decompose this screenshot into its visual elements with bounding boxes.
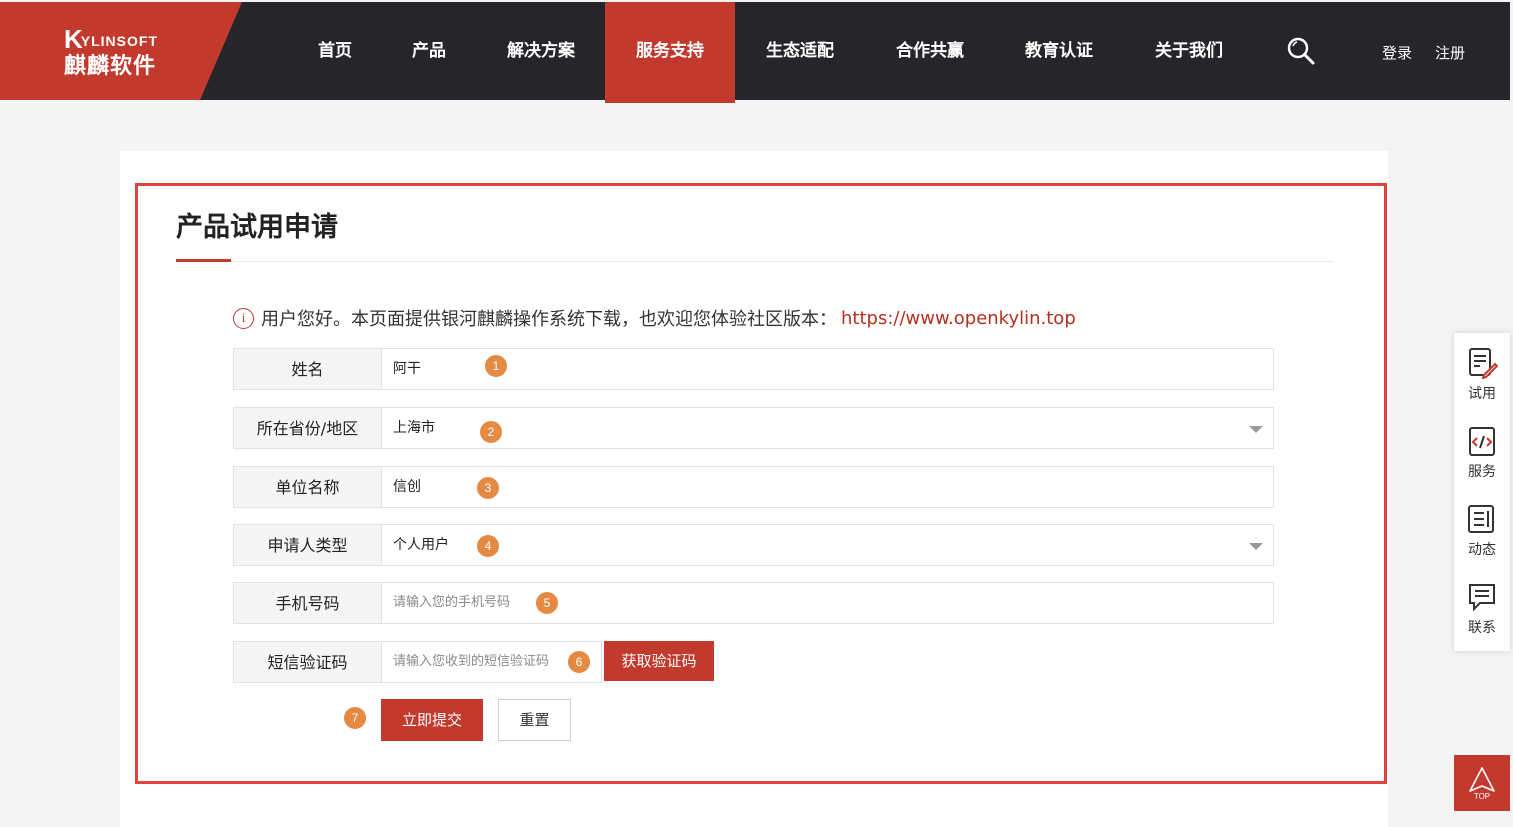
trial-edit-icon: [1469, 348, 1498, 379]
chevron-down-icon: [1249, 426, 1263, 433]
sidebar-item-news[interactable]: 动态: [1454, 503, 1510, 559]
step-badge-6: 6: [568, 651, 590, 673]
sidebar-item-service[interactable]: 服务: [1454, 425, 1510, 481]
step-badge-5: 5: [536, 592, 558, 614]
nav-about[interactable]: 关于我们: [1142, 2, 1236, 100]
info-icon: i: [233, 307, 254, 329]
name-label: 姓名: [233, 348, 382, 390]
sidebar-label-trial: 试用: [1468, 386, 1496, 402]
message-icon: [1469, 584, 1495, 612]
applicant-type-value: 个人用户: [393, 537, 449, 553]
nav-ecosystem[interactable]: 生态适配: [753, 2, 847, 100]
title-accent-bar: [176, 259, 231, 262]
applicant-type-select[interactable]: 个人用户: [382, 524, 1274, 566]
form-row-region: 所在省份/地区 上海市: [233, 407, 1274, 449]
region-select[interactable]: 上海市: [382, 407, 1274, 449]
logo-chinese-text: 麒麟软件: [64, 54, 157, 79]
step-badge-1: 1: [485, 355, 507, 377]
nav-products[interactable]: 产品: [395, 2, 463, 100]
nav-cooperation[interactable]: 合作共赢: [883, 2, 977, 100]
step-badge-7: 7: [344, 707, 366, 729]
phone-input[interactable]: 请输入您的手机号码: [382, 582, 1274, 624]
arrow-up-icon: [1469, 767, 1495, 792]
step-badge-4: 4: [477, 535, 499, 557]
sidebar-item-trial[interactable]: 试用: [1454, 347, 1510, 403]
page-title: 产品试用申请: [176, 212, 338, 243]
code-icon: [1469, 427, 1495, 456]
reset-button[interactable]: 重置: [498, 699, 571, 741]
title-divider: [176, 261, 1334, 262]
back-to-top-button[interactable]: TOP: [1454, 755, 1510, 811]
logo-english-text: YLINSOFT: [80, 33, 159, 49]
sidebar-item-contact[interactable]: 联系: [1454, 581, 1510, 637]
step-badge-2: 2: [480, 421, 502, 443]
phone-label: 手机号码: [233, 582, 382, 624]
sidebar-label-service: 服务: [1468, 464, 1496, 480]
form-row-phone: 手机号码 请输入您的手机号码: [233, 582, 1274, 624]
notice-bar: i 用户您好。本页面提供银河麒麟操作系统下载，也欢迎您体验社区版本： https…: [233, 305, 1076, 331]
nav-education[interactable]: 教育认证: [1012, 2, 1106, 100]
company-input[interactable]: 信创: [382, 466, 1274, 508]
form-row-company: 单位名称 信创: [233, 466, 1274, 508]
openkylin-link[interactable]: https://www.openkylin.top: [841, 308, 1076, 329]
floating-sidebar: 试用 服务 动态 联系: [1454, 333, 1510, 651]
submit-button[interactable]: 立即提交: [381, 699, 483, 741]
kylinsoft-logo[interactable]: KYLINSOFT 麒麟软件: [64, 24, 158, 80]
form-row-sms-code: 短信验证码 请输入您收到的短信验证码: [233, 641, 602, 683]
form-row-name: 姓名 阿干: [233, 348, 1274, 390]
sidebar-label-contact: 联系: [1468, 620, 1496, 636]
news-icon: [1468, 505, 1494, 533]
search-icon[interactable]: [1286, 36, 1316, 66]
notice-text: 用户您好。本页面提供银河麒麟操作系统下载，也欢迎您体验社区版本：: [261, 309, 837, 330]
nav-solutions[interactable]: 解决方案: [494, 2, 588, 100]
login-link[interactable]: 登录: [1382, 42, 1412, 63]
applicant-type-label: 申请人类型: [233, 524, 382, 566]
company-label: 单位名称: [233, 466, 382, 508]
region-label: 所在省份/地区: [233, 407, 382, 449]
sidebar-label-news: 动态: [1468, 542, 1496, 558]
chevron-down-icon: [1249, 543, 1263, 550]
nav-home[interactable]: 首页: [300, 2, 370, 100]
top-label: TOP: [1473, 792, 1491, 801]
register-link[interactable]: 注册: [1435, 42, 1465, 63]
step-badge-3: 3: [477, 477, 499, 499]
sms-code-label: 短信验证码: [233, 641, 382, 683]
region-selected-value: 上海市: [393, 420, 435, 436]
get-code-button[interactable]: 获取验证码: [604, 641, 714, 681]
form-row-applicant-type: 申请人类型 个人用户: [233, 524, 1274, 566]
nav-service-support[interactable]: 服务支持: [605, 2, 735, 103]
name-input[interactable]: 阿干: [382, 348, 1274, 390]
